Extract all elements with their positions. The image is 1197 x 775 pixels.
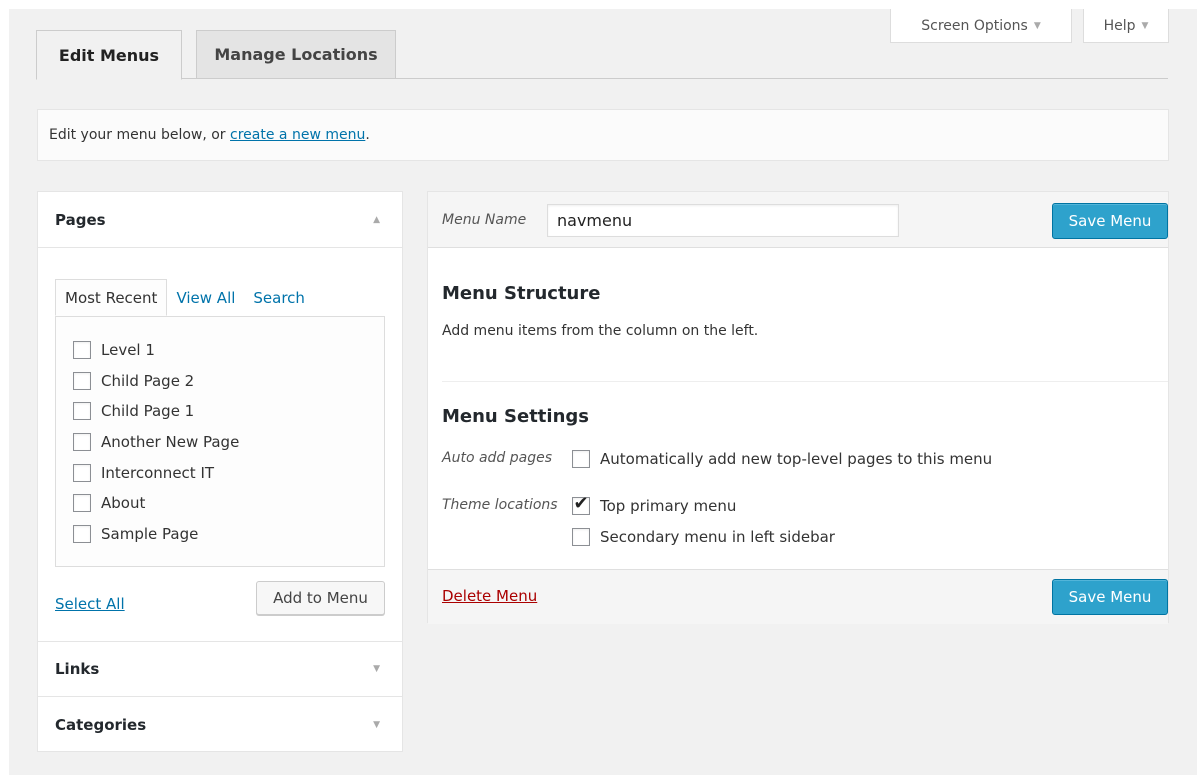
list-item[interactable]: Child Page 1 [73, 396, 384, 427]
expand-arrow-icon: ▼ [373, 720, 380, 730]
menu-footer: Delete Menu Save Menu [428, 569, 1168, 624]
option-label: Automatically add new top-level pages to… [600, 450, 993, 468]
checkbox[interactable] [73, 341, 91, 360]
menu-name-input[interactable]: navmenu [547, 204, 899, 237]
pages-subtabs: Most Recent View All Search [55, 279, 314, 316]
delete-menu-link[interactable]: Delete Menu [442, 587, 537, 605]
tab-manage-locations[interactable]: Manage Locations [196, 30, 396, 79]
option-label: Secondary menu in left sidebar [600, 528, 835, 546]
collapse-arrow-icon: ▲ [373, 214, 380, 225]
help-button[interactable]: Help ▼ [1083, 9, 1169, 43]
page-label: About [101, 494, 146, 513]
notice-prefix: Edit your menu below, or [49, 127, 226, 143]
location-top-primary-option[interactable]: ✔ Top primary menu [572, 493, 737, 515]
page-label: Child Page 1 [101, 402, 195, 421]
create-new-menu-link[interactable]: create a new menu [230, 127, 365, 143]
auto-add-pages-label: Auto add pages [442, 450, 553, 466]
checkbox-checked[interactable]: ✔ [572, 493, 590, 515]
theme-locations-label: Theme locations [442, 497, 558, 513]
accordion-title: Categories [55, 716, 147, 734]
subtab-search[interactable]: Search [244, 280, 314, 316]
checkbox[interactable] [73, 524, 91, 543]
notice-suffix: . [365, 127, 370, 143]
checkbox[interactable] [73, 433, 91, 452]
screen-options-button[interactable]: Screen Options ▼ [890, 9, 1072, 43]
dropdown-arrow-icon: ▼ [1141, 20, 1149, 31]
list-item[interactable]: About [73, 488, 384, 519]
menu-structure-title: Menu Structure [442, 283, 601, 304]
section-divider [442, 381, 1168, 382]
checkbox[interactable] [572, 528, 590, 546]
page-label: Sample Page [101, 524, 199, 543]
page-label: Child Page 2 [101, 371, 195, 390]
list-item[interactable]: Sample Page [73, 519, 384, 550]
location-secondary-option[interactable]: Secondary menu in left sidebar [572, 528, 835, 546]
accordion-title: Links [55, 660, 100, 678]
list-item[interactable]: Level 1 [73, 335, 384, 366]
menu-settings-title: Menu Settings [442, 406, 589, 427]
list-item[interactable]: Another New Page [73, 427, 384, 458]
page-label: Interconnect IT [101, 463, 215, 482]
checkbox[interactable] [73, 402, 91, 421]
tab-edit-menus[interactable]: Edit Menus [36, 30, 182, 80]
accordion-title: Pages [55, 210, 106, 229]
menu-name-label: Menu Name [442, 212, 527, 228]
checkbox[interactable] [73, 463, 91, 482]
save-menu-button[interactable]: Save Menu [1052, 203, 1168, 239]
menu-edit-panel: Menu Name navmenu Save Menu Menu Structu… [427, 191, 1169, 624]
expand-arrow-icon: ▼ [373, 664, 380, 674]
select-all-link[interactable]: Select All [55, 595, 125, 613]
checkbox[interactable] [73, 371, 91, 390]
admin-content: Screen Options ▼ Help ▼ Edit Menus Manag… [9, 9, 1197, 775]
tab-label: Manage Locations [214, 45, 378, 64]
menu-header: Menu Name navmenu Save Menu [428, 192, 1168, 248]
page-label: Level 1 [101, 341, 155, 360]
checkbox[interactable] [572, 450, 590, 468]
checkmark-icon: ✔ [573, 493, 589, 514]
accordion-pages-body: Most Recent View All Search Level 1 Chil… [38, 249, 402, 641]
option-label: Top primary menu [600, 497, 737, 515]
accordion-links-header[interactable]: Links ▼ [38, 641, 402, 697]
accordion-pages-header[interactable]: Pages ▲ [38, 192, 402, 248]
subtab-most-recent[interactable]: Most Recent [55, 279, 168, 316]
save-menu-button[interactable]: Save Menu [1052, 579, 1168, 615]
screen-options-label: Screen Options [921, 17, 1028, 34]
tab-label: Edit Menus [58, 45, 160, 65]
menu-items-accordion: Pages ▲ Most Recent View All Search Leve… [37, 191, 403, 752]
edit-menu-notice: Edit your menu below, or create a new me… [37, 109, 1169, 161]
subtab-view-all[interactable]: View All [167, 280, 244, 316]
list-item[interactable]: Child Page 2 [73, 366, 384, 397]
add-to-menu-button[interactable]: Add to Menu [256, 581, 385, 615]
list-item[interactable]: Interconnect IT [73, 457, 384, 488]
menu-structure-description: Add menu items from the column on the le… [442, 323, 759, 339]
checkbox[interactable] [73, 494, 91, 513]
page-label: Another New Page [101, 433, 240, 452]
dropdown-arrow-icon: ▼ [1033, 20, 1041, 31]
help-label: Help [1103, 17, 1136, 34]
auto-add-pages-option[interactable]: Automatically add new top-level pages to… [572, 450, 992, 468]
accordion-categories-header[interactable]: Categories ▼ [38, 697, 402, 753]
pages-checklist: Level 1 Child Page 2 Child Page 1 Anothe… [55, 316, 385, 567]
